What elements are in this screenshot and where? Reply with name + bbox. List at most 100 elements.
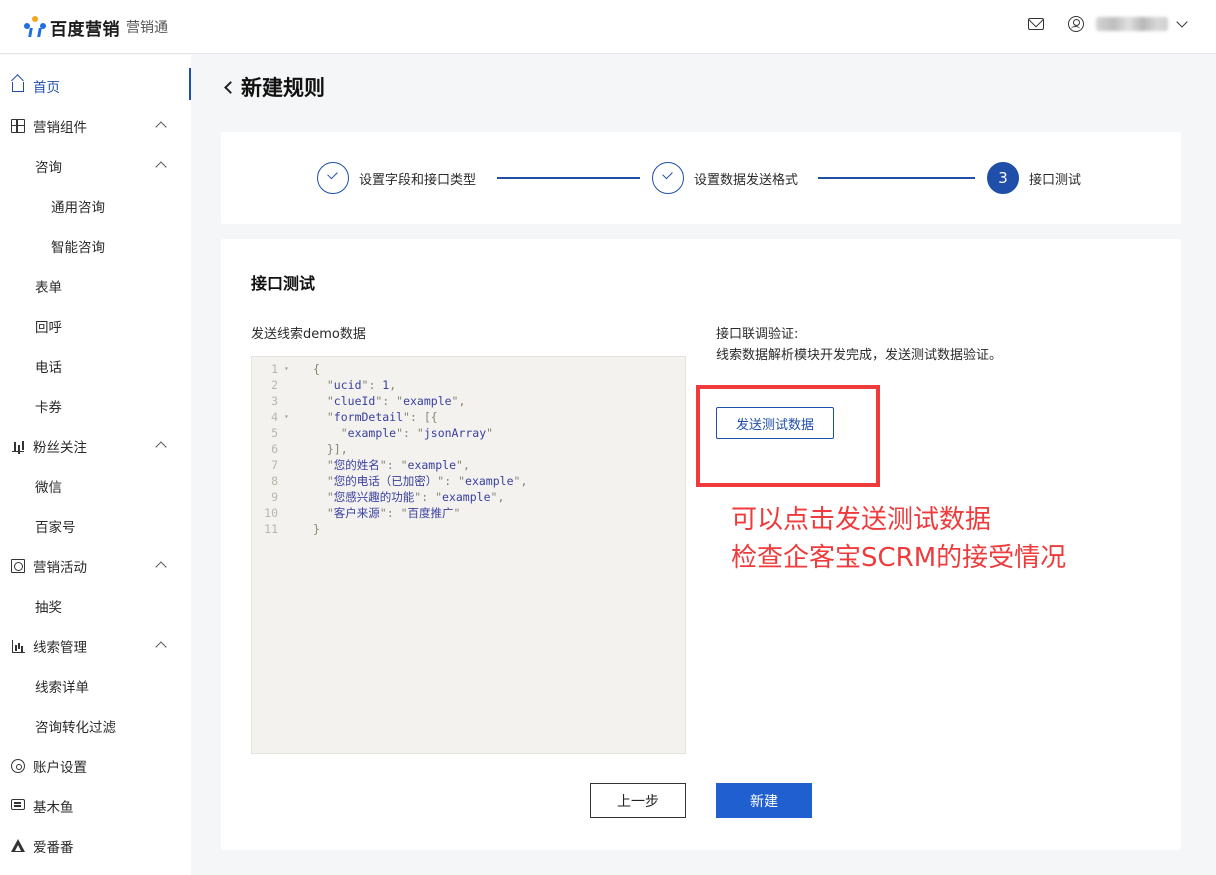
code-text: "formDetail": [{ (326, 410, 438, 424)
line-number: 6 (271, 442, 278, 456)
sidebar-item-aifanfan[interactable]: 爱番番 (0, 826, 191, 866)
code-line: 11} (252, 521, 685, 537)
page-header: 新建规则 (224, 72, 325, 102)
send-test-data-button[interactable]: 发送测试数据 (716, 407, 834, 439)
step-2: 设置数据发送格式 (652, 161, 798, 195)
code-text: "客户来源": "百度推广" (326, 506, 461, 520)
sidebar-item-label: 营销组件 (33, 120, 87, 136)
verify-title: 接口联调验证: (716, 327, 799, 342)
check-icon (317, 162, 349, 194)
sidebar-item-lead-details[interactable]: 线索详单 (0, 666, 191, 706)
sidebar-item-label: 智能咨询 (51, 240, 105, 256)
demo-data-label: 发送线索demo数据 (251, 327, 366, 342)
chevron-up-icon (155, 441, 167, 453)
page-title: 新建规则 (241, 76, 325, 100)
chevron-up-icon (155, 121, 167, 133)
step-label: 设置数据发送格式 (694, 172, 799, 188)
code-line: 6 }], (252, 441, 685, 457)
line-number: 7 (271, 458, 278, 472)
sidebar-item-form[interactable]: 表单 (0, 266, 191, 306)
sidebar-item-label: 营销活动 (33, 560, 87, 576)
sidebar-item-jimuyu[interactable]: 基木鱼 (0, 786, 191, 826)
sidebar-item-lead-management[interactable]: 线索管理 (0, 626, 191, 666)
chart-icon (11, 639, 25, 653)
code-line: 9 "您感兴趣的功能": "example", (252, 489, 685, 505)
sidebar-item-label: 线索详单 (35, 680, 89, 696)
sidebar-item-label: 基木鱼 (33, 800, 74, 816)
chevron-up-icon (155, 161, 167, 173)
sidebar-item-label: 抽奖 (35, 600, 62, 616)
check-icon (652, 162, 684, 194)
logo[interactable]: 百度营销 营销通 (24, 14, 168, 40)
code-text: "ucid": 1, (326, 378, 397, 392)
sidebar-item-consult[interactable]: 咨询 (0, 146, 191, 186)
sidebar-item-fans-follow[interactable]: 粉丝关注 (0, 426, 191, 466)
code-line: 5 "example": "jsonArray" (252, 425, 685, 441)
line-number: 8 (271, 474, 278, 488)
step-1: 设置字段和接口类型 (317, 161, 476, 195)
code-line: 10 "客户来源": "百度推广" (252, 505, 685, 521)
logo-product: 营销通 (126, 20, 168, 36)
steps-card: 设置字段和接口类型 设置数据发送格式 3 接口测试 (221, 132, 1181, 224)
code-editor[interactable]: 1 ▾{2 "ucid": 1, 3 "clueId": "example", 4 ▾ … (251, 356, 686, 754)
annotation-line: 检查企客宝SCRM的接受情况 (731, 543, 1067, 573)
sidebar-item-phone[interactable]: 电话 (0, 346, 191, 386)
message-icon (11, 799, 25, 810)
fold-toggle-icon[interactable]: ▾ (284, 409, 289, 425)
sidebar-item-marketing-activity[interactable]: 营销活动 (0, 546, 191, 586)
code-text: }], (313, 442, 348, 456)
sidebar-item-label: 咨询转化过滤 (35, 720, 116, 736)
step-number: 3 (987, 162, 1019, 194)
sidebar-item-marketing-components[interactable]: 营销组件 (0, 106, 191, 146)
settings-icon (11, 759, 25, 773)
baidu-marketing-logo-icon (24, 16, 46, 38)
step-3: 3 接口测试 (987, 161, 1081, 195)
line-number: 1 (271, 362, 278, 376)
code-text: "您的姓名": "example", (326, 458, 470, 472)
code-line: 3 "clueId": "example", (252, 393, 685, 409)
sidebar: 首页 营销组件 咨询 通用咨询 智能咨询 表单 回呼 电话 卡券 粉丝关注 微信… (0, 55, 191, 875)
code-text: } (313, 522, 320, 536)
top-right-actions (1028, 12, 1188, 36)
sidebar-item-general-consult[interactable]: 通用咨询 (0, 186, 191, 226)
triangle-logo-icon (11, 839, 25, 853)
back-arrow-icon[interactable] (224, 80, 237, 94)
code-line: 4 ▾ "formDetail": [{ (252, 409, 685, 425)
step-label: 设置字段和接口类型 (359, 172, 477, 188)
annotation-text: 可以点击发送测试数据 检查企客宝SCRM的接受情况 (731, 501, 1066, 577)
chevron-down-icon[interactable] (1176, 16, 1188, 28)
code-line: 8 "您的电话（已加密）": "example", (252, 473, 685, 489)
previous-step-button[interactable]: 上一步 (590, 783, 686, 818)
sidebar-item-account-settings[interactable]: 账户设置 (0, 746, 191, 786)
sidebar-item-label: 回呼 (35, 320, 62, 336)
mail-icon[interactable] (1028, 18, 1044, 30)
sidebar-item-callback[interactable]: 回呼 (0, 306, 191, 346)
section-title: 接口测试 (251, 274, 316, 293)
bar-chart-icon (11, 439, 25, 453)
sidebar-item-label: 线索管理 (33, 640, 87, 656)
line-number: 3 (271, 394, 278, 408)
user-name-blurred[interactable] (1096, 17, 1168, 31)
code-line: 1 ▾ { (252, 361, 685, 377)
sidebar-item-baijiahao[interactable]: 百家号 (0, 506, 191, 546)
sidebar-item-coupon[interactable]: 卡券 (0, 386, 191, 426)
grid-icon (11, 119, 25, 133)
sidebar-item-home[interactable]: 首页 (0, 66, 191, 106)
step-connector (497, 177, 640, 179)
home-icon (12, 82, 24, 92)
step-label: 接口测试 (1029, 172, 1082, 188)
line-number: 4 (271, 410, 278, 424)
fold-toggle-icon[interactable]: ▾ (284, 361, 289, 377)
sidebar-item-wechat[interactable]: 微信 (0, 466, 191, 506)
sidebar-item-smart-consult[interactable]: 智能咨询 (0, 226, 191, 266)
sidebar-item-label: 卡券 (35, 400, 62, 416)
sidebar-item-consult-filter[interactable]: 咨询转化过滤 (0, 706, 191, 746)
user-icon[interactable] (1068, 16, 1084, 32)
line-number: 10 (264, 506, 278, 520)
verify-description: 线索数据解析模块开发完成，发送测试数据验证。 (716, 348, 1003, 363)
sidebar-item-label: 爱番番 (33, 840, 74, 856)
create-button[interactable]: 新建 (716, 783, 812, 818)
top-bar: 百度营销 营销通 (0, 0, 1216, 54)
code-text: "clueId": "example", (326, 394, 466, 408)
sidebar-item-lottery[interactable]: 抽奖 (0, 586, 191, 626)
